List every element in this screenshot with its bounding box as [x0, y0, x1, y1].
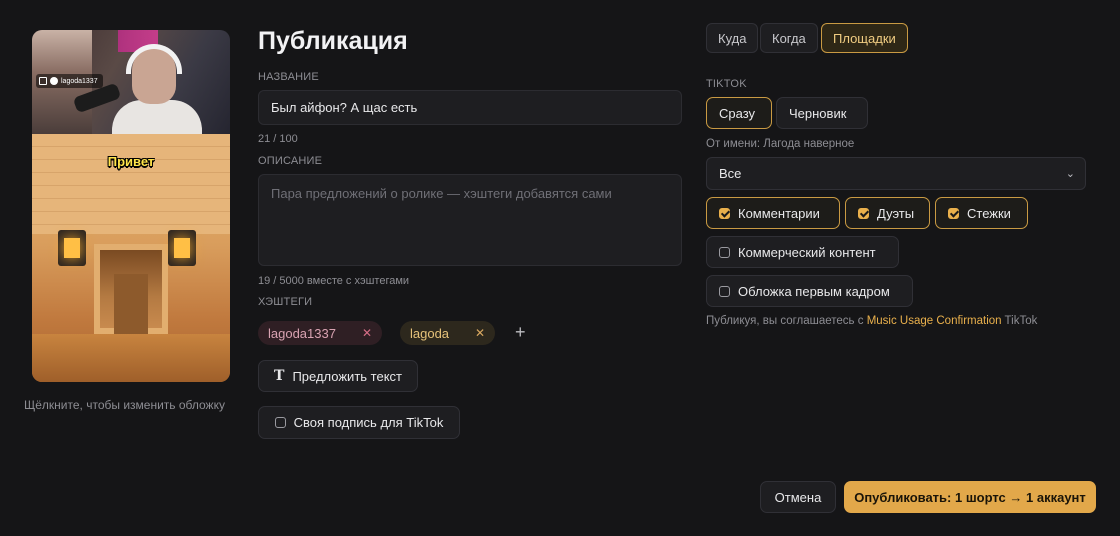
toggle-duets[interactable]: Дуэты [845, 197, 930, 229]
page-title: Публикация [258, 27, 408, 55]
cover-webcam-frame: lagoda1337 [32, 30, 230, 140]
twitch-icon [39, 77, 47, 85]
publish-button[interactable]: Опубликовать: 1 шортс → 1 аккаунт [844, 481, 1096, 513]
cover-overlay-caption: Привет [107, 154, 155, 169]
mode-draft[interactable]: Черновик [776, 97, 868, 129]
tab-platforms[interactable]: Площадки [821, 23, 908, 53]
own-caption-toggle[interactable]: Своя подпись для TikTok [258, 406, 460, 439]
lantern-icon [168, 230, 196, 266]
toggle-cover-first-frame[interactable]: Обложка первым кадром [706, 275, 913, 307]
cancel-button[interactable]: Отмена [760, 481, 836, 513]
suggest-text-button[interactable]: T Предложить текст [258, 360, 418, 392]
hashtag-chip[interactable]: lagoda ✕ [400, 321, 496, 345]
checkbox-icon [274, 417, 286, 428]
remove-tag-icon[interactable]: ✕ [475, 326, 485, 340]
checkbox-checked-icon [948, 207, 959, 219]
cover-preview[interactable]: lagoda1337 Привет [32, 30, 230, 382]
music-usage-link[interactable]: Music Usage Confirmation [867, 315, 1002, 327]
name-input[interactable]: Был айфон? А щас есть [258, 90, 682, 125]
checkbox-icon [719, 285, 730, 297]
author-label: От имени: Лагода наверное [706, 138, 855, 150]
telegram-icon [50, 77, 58, 85]
description-textarea[interactable]: Пара предложений о ролике — хэштеги доба… [258, 174, 682, 266]
music-agreement-note: Публикуя, вы соглашаетесь с Music Usage … [706, 315, 1038, 327]
hashtag-chip[interactable]: lagoda1337 ✕ [258, 321, 383, 345]
lantern-icon [58, 230, 86, 266]
checkbox-checked-icon [858, 207, 869, 219]
mode-publish-now[interactable]: Сразу [706, 97, 772, 129]
tab-where[interactable]: Куда [706, 23, 759, 53]
cover-game-frame: Привет [32, 134, 230, 382]
checkbox-icon [719, 246, 730, 258]
cover-hint: Щёлкните, чтобы изменить обложку [24, 398, 225, 412]
cover-overlay-handle: lagoda1337 [36, 74, 103, 88]
tiktok-section-label: TIKTOK [706, 78, 747, 90]
add-tag-button[interactable]: + [515, 323, 526, 341]
toggle-stitches[interactable]: Стежки [935, 197, 1028, 229]
tab-when[interactable]: Когда [760, 23, 818, 53]
hashtags-label: ХЭШТЕГИ [258, 296, 313, 308]
privacy-select[interactable]: Все ⌄ [706, 157, 1086, 190]
checkbox-checked-icon [719, 207, 730, 219]
remove-tag-icon[interactable]: ✕ [362, 326, 372, 340]
description-placeholder: Пара предложений о ролике — хэштеги доба… [271, 186, 612, 201]
toggle-comments[interactable]: Комментарии [706, 197, 840, 229]
text-icon: T [274, 368, 285, 384]
name-label: НАЗВАНИЕ [258, 71, 319, 83]
name-counter: 21 / 100 [258, 133, 298, 145]
toggle-commercial-content[interactable]: Коммерческий контент [706, 236, 899, 268]
chevron-down-icon: ⌄ [1065, 168, 1075, 180]
description-label: ОПИСАНИЕ [258, 155, 323, 167]
description-counter: 19 / 5000 вместе с хэштегами [258, 275, 410, 287]
